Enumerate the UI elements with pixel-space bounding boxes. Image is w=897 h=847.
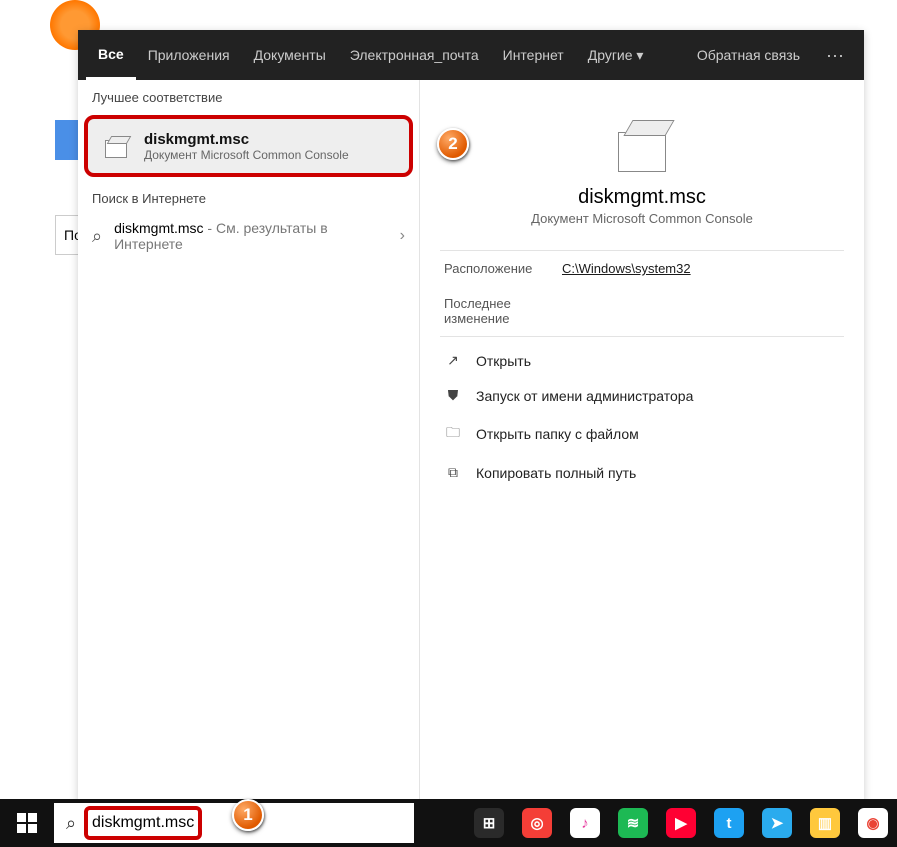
result-title: diskmgmt.msc [144,131,349,148]
options-button[interactable]: ··· [814,45,856,66]
tab-documents[interactable]: Документы [242,30,338,80]
web-search-result[interactable]: ⌕ diskmgmt.msc - См. результаты в Интерн… [78,212,419,262]
folder-icon: 🗀 [444,422,462,446]
annotation-callout-1: 1 [232,799,264,831]
search-icon: ⌕ [66,813,76,834]
detail-actions: ↗ Открыть ⛊ Запуск от имени администрато… [420,337,864,496]
action-label: Открыть папку с файлом [476,426,639,442]
action-open[interactable]: ↗ Открыть [420,343,864,378]
detail-file-icon [610,118,674,174]
tab-all[interactable]: Все [86,30,136,80]
tab-email[interactable]: Электронная_почта [338,30,491,80]
action-label: Копировать полный путь [476,465,636,481]
search-input-value: diskmgmt.msc [92,814,194,832]
feedback-link[interactable]: Обратная связь [683,47,814,63]
background-element [55,120,80,160]
open-icon: ↗ [444,352,462,369]
action-run-admin[interactable]: ⛊ Запуск от имени администратора [420,378,864,413]
web-query-text: diskmgmt.msc [114,220,203,236]
result-subtitle: Документ Microsoft Common Console [144,148,349,162]
action-copy-path[interactable]: ⧉ Копировать полный путь [420,455,864,490]
taskbar-app-pocketcasts[interactable]: ◎ [513,799,561,847]
location-link[interactable]: C:\Windows\system32 [562,261,691,276]
taskbar: ⌕ diskmgmt.msc ⊞ ◎ ♪ ≋ ▶ t ➤ ▥ ◉ [0,799,897,847]
taskbar-app-calculator[interactable]: ⊞ [465,799,513,847]
taskbar-app-itunes[interactable]: ♪ [561,799,609,847]
location-label: Расположение [444,261,544,276]
taskbar-app-youtube-music[interactable]: ▶ [657,799,705,847]
taskbar-app-telegram[interactable]: ➤ [753,799,801,847]
taskbar-app-files[interactable]: ▥ [801,799,849,847]
taskbar-app-spotify[interactable]: ≋ [609,799,657,847]
tab-more[interactable]: Другие ▾ [576,30,656,80]
modified-label: Последнее изменение [444,296,554,326]
annotation-callout-2: 2 [437,128,469,160]
search-icon: ⌕ [92,226,102,247]
detail-pane: diskmgmt.msc Документ Microsoft Common C… [419,80,864,802]
windows-search-panel: Все Приложения Документы Электронная_поч… [78,30,864,802]
best-match-header: Лучшее соответствие [78,80,419,111]
taskbar-app-chrome[interactable]: ◉ [849,799,897,847]
taskbar-pinned-apps: ⊞ ◎ ♪ ≋ ▶ t ➤ ▥ ◉ [465,799,897,847]
msc-file-icon [98,129,132,163]
shield-icon: ⛊ [444,387,462,404]
action-label: Запуск от имени администратора [476,388,693,404]
web-search-header: Поиск в Интернете [78,181,419,212]
action-open-folder[interactable]: 🗀 Открыть папку с файлом [420,413,864,455]
results-list: Лучшее соответствие diskmgmt.msc Докумен… [78,80,419,802]
tab-apps[interactable]: Приложения [136,30,242,80]
tab-internet[interactable]: Интернет [491,30,576,80]
detail-title: diskmgmt.msc [420,186,864,209]
taskbar-app-twitter[interactable]: t [705,799,753,847]
windows-logo-icon [17,813,37,833]
best-match-result[interactable]: diskmgmt.msc Документ Microsoft Common C… [84,115,413,177]
chevron-right-icon: › [400,227,405,245]
copy-icon: ⧉ [444,464,462,481]
search-filter-tabs: Все Приложения Документы Электронная_поч… [78,30,864,80]
action-label: Открыть [476,353,531,369]
start-button[interactable] [0,799,54,847]
detail-subtitle: Документ Microsoft Common Console [420,211,864,250]
